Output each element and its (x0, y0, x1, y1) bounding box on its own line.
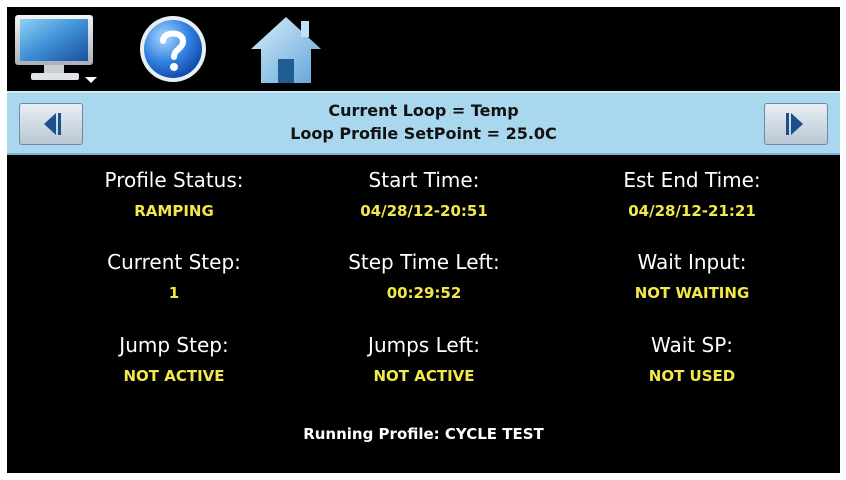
current-step-value: 1 (168, 284, 180, 302)
jumps-left-cell: Jumps Left: NOT ACTIVE (294, 332, 554, 388)
wait-input-value: NOT WAITING (634, 284, 750, 302)
profile-status-value: RAMPING (134, 202, 214, 220)
start-time-cell: Start Time: 04/28/12-20:51 (294, 167, 554, 223)
jump-step-cell: Jump Step: NOT ACTIVE (44, 332, 304, 388)
current-step-label: Current Step: (107, 250, 241, 274)
hmi-screen: Current Loop = Temp Loop Profile SetPoin… (7, 7, 840, 473)
loop-header-bar: Current Loop = Temp Loop Profile SetPoin… (7, 91, 840, 155)
start-time-label: Start Time: (368, 168, 480, 192)
profile-status-cell: Profile Status: RAMPING (44, 167, 304, 223)
loop-info: Current Loop = Temp Loop Profile SetPoin… (7, 99, 840, 145)
step-time-left-label: Step Time Left: (348, 250, 500, 274)
setpoint-text: Loop Profile SetPoint = 25.0C (290, 124, 557, 143)
start-time-value: 04/28/12-20:51 (360, 202, 488, 220)
step-time-left-cell: Step Time Left: 00:29:52 (294, 249, 554, 305)
wait-input-cell: Wait Input: NOT WAITING (562, 249, 822, 305)
current-loop-text: Current Loop = Temp (328, 101, 519, 120)
wait-sp-value: NOT USED (648, 367, 736, 385)
current-step-cell: Current Step: 1 (44, 249, 304, 305)
next-loop-button[interactable] (764, 103, 828, 145)
jumps-left-value: NOT ACTIVE (373, 367, 475, 385)
top-toolbar (7, 7, 840, 89)
profile-status-label: Profile Status: (104, 168, 244, 192)
est-end-time-label: Est End Time: (623, 168, 761, 192)
home-icon[interactable] (247, 11, 325, 85)
est-end-time-value: 04/28/12-21:21 (628, 202, 756, 220)
running-profile-text: Running Profile: CYCLE TEST (303, 425, 544, 443)
jump-step-value: NOT ACTIVE (123, 367, 225, 385)
wait-sp-label: Wait SP: (650, 333, 733, 357)
est-end-time-cell: Est End Time: 04/28/12-21:21 (562, 167, 822, 223)
wait-sp-cell: Wait SP: NOT USED (562, 332, 822, 388)
next-loop-icon (786, 113, 803, 135)
wait-input-label: Wait Input: (637, 250, 747, 274)
help-icon[interactable] (135, 11, 211, 85)
monitor-icon[interactable] (11, 11, 101, 85)
jump-step-label: Jump Step: (119, 333, 229, 357)
jumps-left-label: Jumps Left: (368, 333, 480, 357)
step-time-left-value: 00:29:52 (386, 284, 462, 302)
